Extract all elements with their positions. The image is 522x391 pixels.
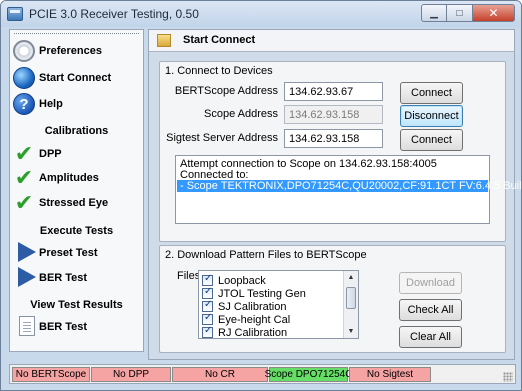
status-bar: No BERTScope No DPP No CR Scope DPO71254… (9, 364, 516, 384)
list-item[interactable]: SJ Calibration (202, 299, 287, 313)
page-title: Start Connect (183, 34, 256, 46)
bertscope-connect-button[interactable]: Connect (400, 82, 463, 104)
download-pattern-panel: 2. Download Pattern Files to BERTScope F… (159, 245, 506, 353)
execute-tests-header: Execute Tests (39, 225, 114, 237)
download-button[interactable]: Download (399, 272, 462, 294)
panel-title: 1. Connect to Devices (165, 65, 273, 77)
log-line-selected[interactable]: - Scope TEKTRONIX,DPO71254C,QU20002,CF:9… (177, 180, 521, 192)
check-icon: ✔ (14, 165, 34, 190)
sidebar-item-start-connect[interactable]: Start Connect (10, 65, 143, 91)
sidebar-item-dpp[interactable]: ✔ DPP (10, 141, 143, 167)
files-label: Files (177, 270, 201, 282)
play-icon (13, 242, 36, 264)
list-item[interactable]: Eye-height Cal (202, 312, 291, 326)
bertscope-address-label: BERTScope Address (174, 85, 278, 97)
sidebar-item-label: DPP (39, 148, 62, 160)
sidebar-item-label: Help (39, 98, 63, 110)
sidebar-item-ber-test[interactable]: BER Test (10, 265, 143, 291)
window-title: PCIE 3.0 Receiver Testing, 0.50 (29, 7, 199, 21)
document-icon (13, 316, 35, 338)
file-label: JTOL Testing Gen (218, 287, 306, 300)
sigtest-address-label: Sigtest Server Address (166, 132, 278, 144)
list-item[interactable]: JTOL Testing Gen (202, 286, 306, 300)
status-dpp: No DPP (91, 367, 171, 382)
scope-disconnect-button[interactable]: Disconnect (400, 105, 463, 127)
sidebar-item-label: BER Test (39, 321, 88, 333)
scope-address-input[interactable] (284, 105, 383, 124)
file-label: Loopback (218, 274, 266, 287)
globe-icon (13, 67, 35, 89)
file-checkbox[interactable] (202, 299, 213, 312)
sidebar-item-label: Preset Test (39, 247, 98, 259)
sidebar-item-ber-test-results[interactable]: BER Test (10, 314, 143, 340)
calibrations-header: Calibrations (44, 125, 109, 137)
sidebar-item-preset-test[interactable]: Preset Test (10, 240, 143, 266)
status-bertscope: No BERTScope (12, 367, 90, 382)
minimize-icon: ▁ (430, 7, 438, 19)
clear-all-button[interactable]: Clear All (399, 326, 462, 348)
scroll-down-icon[interactable]: ▼ (344, 325, 358, 338)
play-icon (13, 267, 36, 289)
status-cr: No CR (172, 367, 268, 382)
preferences-icon (13, 40, 35, 62)
sidebar-item-label: Amplitudes (39, 172, 99, 184)
sidebar-item-help[interactable]: ? Help (10, 91, 143, 117)
check-icon: ✔ (14, 141, 34, 166)
main-content: Start Connect 1. Connect to Devices BERT… (148, 29, 521, 360)
title-bar[interactable]: PCIE 3.0 Receiver Testing, 0.50 ▁ □ ✕ (1, 1, 521, 27)
sigtest-connect-button[interactable]: Connect (400, 129, 463, 151)
sidebar-item-label: Start Connect (39, 72, 112, 84)
main-header: Start Connect (149, 30, 514, 52)
file-label: Eye-height Cal (218, 313, 291, 326)
sidebar-item-label: BER Test (39, 272, 88, 284)
check-all-button[interactable]: Check All (399, 299, 462, 321)
sigtest-address-input[interactable] (284, 129, 383, 148)
help-icon: ? (13, 93, 35, 115)
view-results-header: View Test Results (30, 299, 123, 311)
panel-title: 2. Download Pattern Files to BERTScope (165, 249, 367, 261)
app-icon (7, 7, 23, 21)
maximize-button[interactable]: □ (447, 4, 473, 22)
sidebar-divider (14, 33, 139, 34)
file-checkbox[interactable] (202, 286, 213, 299)
close-icon: ✕ (488, 6, 499, 20)
file-checkbox[interactable] (202, 325, 213, 338)
pattern-files-list[interactable]: Loopback JTOL Testing Gen SJ Calibration… (198, 270, 359, 339)
connection-log[interactable]: Attempt connection to Scope on 134.62.93… (175, 155, 521, 224)
close-button[interactable]: ✕ (473, 4, 515, 22)
minimize-button[interactable]: ▁ (421, 4, 447, 22)
sidebar: Preferences Start Connect ? Help Calibra… (9, 29, 144, 352)
folder-icon (157, 34, 171, 47)
sidebar-item-label: Stressed Eye (39, 197, 109, 209)
sidebar-item-amplitudes[interactable]: ✔ Amplitudes (10, 165, 143, 191)
check-icon: ✔ (14, 190, 34, 215)
file-checkbox[interactable] (202, 312, 213, 325)
caption-buttons: ▁ □ ✕ (421, 4, 515, 22)
connect-devices-panel: 1. Connect to Devices BERTScope Address … (159, 61, 521, 242)
maximize-icon: □ (456, 7, 463, 19)
sidebar-item-preferences[interactable]: Preferences (10, 38, 143, 64)
sidebar-item-stressed-eye[interactable]: ✔ Stressed Eye (10, 190, 143, 216)
files-scrollbar[interactable]: ▲ ▼ (343, 271, 358, 338)
file-label: RJ Calibration (218, 326, 288, 339)
resize-grip-icon[interactable] (503, 372, 513, 382)
list-item[interactable]: RJ Calibration (202, 325, 288, 339)
status-scope: Scope DPO71254C (264, 367, 353, 382)
scope-address-label: Scope Address (204, 108, 278, 120)
scroll-thumb[interactable] (346, 287, 356, 309)
file-checkbox[interactable] (202, 273, 213, 286)
scroll-up-icon[interactable]: ▲ (344, 271, 358, 284)
application-window: PCIE 3.0 Receiver Testing, 0.50 ▁ □ ✕ Pr… (0, 0, 522, 391)
bertscope-address-input[interactable] (284, 82, 383, 101)
sidebar-item-label: Preferences (39, 45, 102, 57)
status-sigtest: No Sigtest (349, 367, 431, 382)
file-label: SJ Calibration (218, 300, 287, 313)
